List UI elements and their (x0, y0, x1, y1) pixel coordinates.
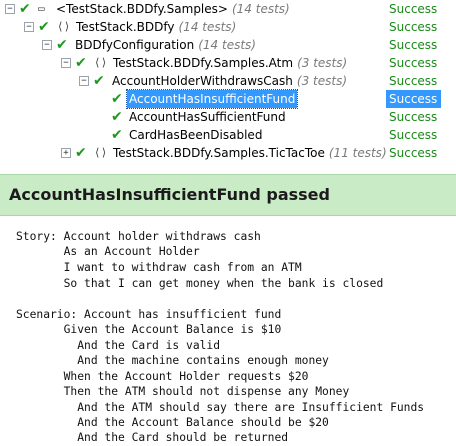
tree-row-assembly[interactable]: − ✔ ▭ <TestStack.BDDfy.Samples> (14 tests… (0, 0, 456, 18)
namespace-icon: ⟨⟩ (57, 20, 71, 33)
collapse-toggle-icon[interactable]: − (79, 76, 89, 86)
collapse-toggle-icon[interactable]: − (42, 40, 52, 50)
pass-check-icon: ✔ (19, 1, 31, 17)
node-result: Success (389, 38, 438, 52)
node-name: TestStack.BDDfy (76, 20, 175, 34)
pass-check-icon: ✔ (111, 109, 123, 125)
assembly-icon: ▭ (38, 2, 45, 15)
node-result: Success (389, 2, 438, 16)
node-name: BDDfyConfiguration (75, 38, 195, 52)
output-line: And the Account Balance should be $20 (16, 416, 329, 429)
output-line: When the Account Holder requests $20 (16, 370, 309, 383)
result-title: AccountHasInsufficientFund passed (9, 185, 330, 204)
node-test-count: (11 tests) (328, 146, 387, 160)
output-line: So that I can get money when the bank is… (16, 277, 384, 290)
pass-check-icon: ✔ (93, 73, 105, 89)
tree-row-namespace[interactable]: − ✔ ⟨⟩ TestStack.BDDfy (14 tests) Success (0, 18, 456, 36)
result-header: AccountHasInsufficientFund passed (0, 174, 456, 216)
expand-toggle-icon[interactable]: + (61, 148, 71, 158)
node-result: Success (389, 110, 438, 124)
output-line: And the ATM should say there are Insuffi… (16, 401, 425, 414)
pass-check-icon: ✔ (111, 91, 123, 107)
node-result: Success (386, 90, 442, 108)
output-line: And the Card should be returned (16, 431, 289, 444)
tree-node-label[interactable]: AccountHasInsufficientFund (125, 89, 299, 109)
test-results-tree: − ✔ ▭ <TestStack.BDDfy.Samples> (14 tests… (0, 0, 456, 170)
node-result: Success (389, 146, 438, 160)
node-result: Success (389, 74, 438, 88)
pass-check-icon: ✔ (111, 127, 123, 143)
tree-node-label[interactable]: AccountHasSufficientFund (129, 108, 286, 126)
pass-check-icon: ✔ (38, 19, 50, 35)
tree-node-label[interactable]: CardHasBeenDisabled (129, 126, 262, 144)
node-name: TestStack.BDDfy.Samples.Atm (113, 56, 294, 70)
node-test-count: (3 tests) (296, 74, 347, 88)
tree-node-label[interactable]: TestStack.BDDfy.Samples.TicTacToe (11 tes… (113, 144, 387, 162)
node-result: Success (389, 128, 438, 142)
namespace-icon: ⟨⟩ (94, 146, 108, 159)
tree-row-namespace[interactable]: + ✔ ⟨⟩ TestStack.BDDfy.Samples.TicTacToe… (0, 144, 456, 162)
tree-row-test[interactable]: ✔ CardHasBeenDisabled Success (0, 126, 456, 144)
node-name: AccountHolderWithdrawsCash (112, 74, 293, 88)
pass-check-icon: ✔ (56, 37, 68, 53)
output-line: As an Account Holder (16, 245, 200, 258)
output-line: Scenario: Account has insufficient fund (16, 308, 282, 321)
tree-row-class[interactable]: − ✔ AccountHolderWithdrawsCash (3 tests) … (0, 72, 456, 90)
tree-node-label[interactable]: <TestStack.BDDfy.Samples> (14 tests) (56, 0, 290, 18)
tree-node-label[interactable]: AccountHolderWithdrawsCash (3 tests) (112, 72, 347, 90)
tree-node-label[interactable]: TestStack.BDDfy.Samples.Atm (3 tests) (113, 54, 347, 72)
tree-node-label[interactable]: BDDfyConfiguration (14 tests) (75, 36, 256, 54)
result-output: Story: Account holder withdraws cash As … (0, 216, 456, 446)
tree-row-namespace[interactable]: − ✔ ⟨⟩ TestStack.BDDfy.Samples.Atm (3 tes… (0, 54, 456, 72)
tree-row-test[interactable]: ✔ AccountHasSufficientFund Success (0, 108, 456, 126)
node-test-count: (14 tests) (178, 20, 237, 34)
node-name: <TestStack.BDDfy.Samples> (56, 2, 228, 16)
output-line: Then the ATM should not dispense any Mon… (16, 385, 350, 398)
node-result: Success (389, 56, 438, 70)
node-result: Success (389, 20, 438, 34)
collapse-toggle-icon[interactable]: − (24, 22, 34, 32)
pass-check-icon: ✔ (75, 145, 87, 161)
namespace-icon: ⟨⟩ (94, 56, 108, 69)
output-line: Given the Account Balance is $10 (16, 323, 282, 336)
output-line: I want to withdraw cash from an ATM (16, 261, 302, 274)
collapse-toggle-icon[interactable]: − (61, 58, 71, 68)
node-name: TestStack.BDDfy.Samples.TicTacToe (113, 146, 325, 160)
tree-row-fixture[interactable]: − ✔ BDDfyConfiguration (14 tests) Success (0, 36, 456, 54)
collapse-toggle-icon[interactable]: − (5, 4, 15, 14)
output-line: Story: Account holder withdraws cash (16, 230, 261, 243)
node-test-count: (14 tests) (198, 38, 256, 52)
node-test-count: (14 tests) (231, 2, 290, 16)
tree-node-label[interactable]: TestStack.BDDfy (14 tests) (76, 18, 236, 36)
output-line: And the Card is valid (16, 339, 221, 352)
output-line: And the machine contains enough money (16, 354, 329, 367)
tree-row-test-selected[interactable]: ✔ AccountHasInsufficientFund Success (0, 89, 456, 109)
node-test-count: (3 tests) (297, 56, 348, 70)
pass-check-icon: ✔ (75, 55, 87, 71)
